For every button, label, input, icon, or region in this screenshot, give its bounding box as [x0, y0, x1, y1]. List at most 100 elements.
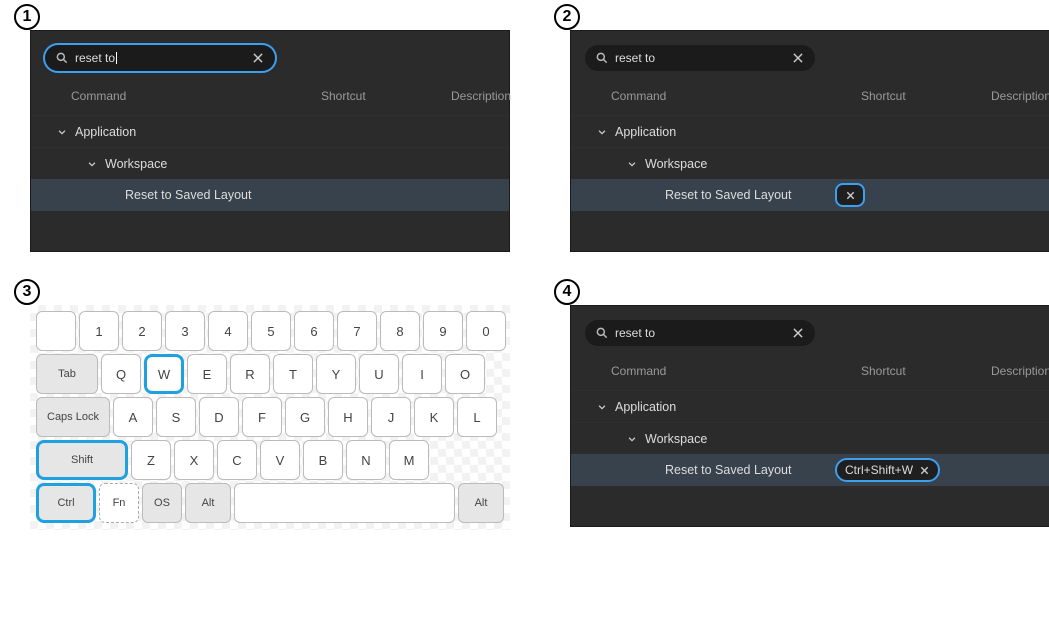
tree-row-reset[interactable]: Reset to Saved Layout Ctrl+Shift+W [571, 454, 1049, 486]
tree-row-workspace[interactable]: Workspace [31, 147, 509, 179]
header-shortcut: Shortcut [321, 89, 451, 103]
column-headers: Command Shortcut Description [571, 79, 1049, 115]
key-q[interactable]: Q [101, 354, 141, 394]
search-icon [55, 51, 69, 65]
key-tab[interactable]: Tab [36, 354, 98, 394]
key-shift[interactable]: Shift [36, 440, 128, 480]
keyboard-row-asdf: Caps Lock A S D F G H J K L [36, 397, 504, 437]
key-6[interactable]: 6 [294, 311, 334, 351]
key-n[interactable]: N [346, 440, 386, 480]
search-icon [595, 326, 609, 340]
key-space[interactable] [234, 483, 455, 523]
step-1: 1 reset to Command Shortcut Description … [20, 10, 510, 255]
key-g[interactable]: G [285, 397, 325, 437]
clear-search-icon[interactable] [791, 326, 805, 340]
search-input[interactable]: reset to [585, 320, 815, 346]
key-f[interactable]: F [242, 397, 282, 437]
key-x[interactable]: X [174, 440, 214, 480]
key-ctrl[interactable]: Ctrl [36, 483, 96, 523]
key-fn[interactable]: Fn [99, 483, 139, 523]
shortcuts-panel: reset to Command Shortcut Description Ap… [570, 30, 1049, 252]
key-d[interactable]: D [199, 397, 239, 437]
key-w[interactable]: W [144, 354, 184, 394]
key-s[interactable]: S [156, 397, 196, 437]
clear-search-icon[interactable] [791, 51, 805, 65]
key-y[interactable]: Y [316, 354, 356, 394]
tree-row-application[interactable]: Application [571, 390, 1049, 422]
shortcut-input-empty[interactable] [835, 183, 865, 207]
close-icon [845, 190, 856, 201]
key-v[interactable]: V [260, 440, 300, 480]
key-r[interactable]: R [230, 354, 270, 394]
key-4[interactable]: 4 [208, 311, 248, 351]
key-m[interactable]: M [389, 440, 429, 480]
tree-row-application[interactable]: Application [31, 115, 509, 147]
chevron-down-icon [597, 402, 607, 412]
key-1[interactable]: 1 [79, 311, 119, 351]
step-2: 2 reset to Command Shortcut Description … [560, 10, 1049, 255]
key-os[interactable]: OS [142, 483, 182, 523]
key-b[interactable]: B [303, 440, 343, 480]
shortcuts-panel: reset to Command Shortcut Description Ap… [30, 30, 510, 252]
key-j[interactable]: J [371, 397, 411, 437]
key-k[interactable]: K [414, 397, 454, 437]
key-alt-right[interactable]: Alt [458, 483, 504, 523]
close-icon[interactable] [919, 465, 930, 476]
keyboard-row-mods: Ctrl Fn OS Alt Alt [36, 483, 504, 523]
header-shortcut: Shortcut [861, 89, 991, 103]
search-text: reset to [75, 51, 251, 65]
step-badge: 4 [554, 279, 580, 305]
key-9[interactable]: 9 [423, 311, 463, 351]
key-3[interactable]: 3 [165, 311, 205, 351]
search-icon [595, 51, 609, 65]
tree-row-workspace[interactable]: Workspace [571, 147, 1049, 179]
step-3: 3 1 2 3 4 5 6 7 8 9 0 Tab Q W E R T [20, 285, 510, 530]
shortcut-input-filled[interactable]: Ctrl+Shift+W [835, 458, 940, 482]
key-blank[interactable] [36, 311, 76, 351]
header-description: Description [451, 89, 511, 103]
step-4: 4 reset to Command Shortcut Description … [560, 285, 1049, 530]
search-text: reset to [615, 326, 791, 340]
keyboard-row-zxcv: Shift Z X C V B N M [36, 440, 504, 480]
clear-search-icon[interactable] [251, 51, 265, 65]
tree-row-reset[interactable]: Reset to Saved Layout [571, 179, 1049, 211]
header-command: Command [71, 89, 321, 103]
key-0[interactable]: 0 [466, 311, 506, 351]
key-e[interactable]: E [187, 354, 227, 394]
keyboard: 1 2 3 4 5 6 7 8 9 0 Tab Q W E R T Y U I [30, 305, 510, 530]
key-i[interactable]: I [402, 354, 442, 394]
key-a[interactable]: A [113, 397, 153, 437]
key-capslock[interactable]: Caps Lock [36, 397, 110, 437]
key-7[interactable]: 7 [337, 311, 377, 351]
header-description: Description [991, 364, 1049, 378]
header-shortcut: Shortcut [861, 364, 991, 378]
header-command: Command [611, 364, 861, 378]
column-headers: Command Shortcut Description [571, 354, 1049, 390]
key-l[interactable]: L [457, 397, 497, 437]
tree-row-workspace[interactable]: Workspace [571, 422, 1049, 454]
key-h[interactable]: H [328, 397, 368, 437]
key-5[interactable]: 5 [251, 311, 291, 351]
key-u[interactable]: U [359, 354, 399, 394]
search-text: reset to [615, 51, 791, 65]
key-t[interactable]: T [273, 354, 313, 394]
chevron-down-icon [87, 159, 97, 169]
step-badge: 1 [14, 4, 40, 30]
tree-row-application[interactable]: Application [571, 115, 1049, 147]
search-input[interactable]: reset to [585, 45, 815, 71]
key-z[interactable]: Z [131, 440, 171, 480]
header-description: Description [991, 89, 1049, 103]
key-2[interactable]: 2 [122, 311, 162, 351]
chevron-down-icon [57, 127, 67, 137]
tree-row-reset[interactable]: Reset to Saved Layout [31, 179, 509, 211]
keyboard-row-numbers: 1 2 3 4 5 6 7 8 9 0 [36, 311, 504, 351]
header-command: Command [611, 89, 861, 103]
chevron-down-icon [597, 127, 607, 137]
key-o[interactable]: O [445, 354, 485, 394]
key-c[interactable]: C [217, 440, 257, 480]
key-alt[interactable]: Alt [185, 483, 231, 523]
key-8[interactable]: 8 [380, 311, 420, 351]
shortcuts-panel: reset to Command Shortcut Description Ap… [570, 305, 1049, 527]
search-input[interactable]: reset to [45, 45, 275, 71]
column-headers: Command Shortcut Description [31, 79, 509, 115]
